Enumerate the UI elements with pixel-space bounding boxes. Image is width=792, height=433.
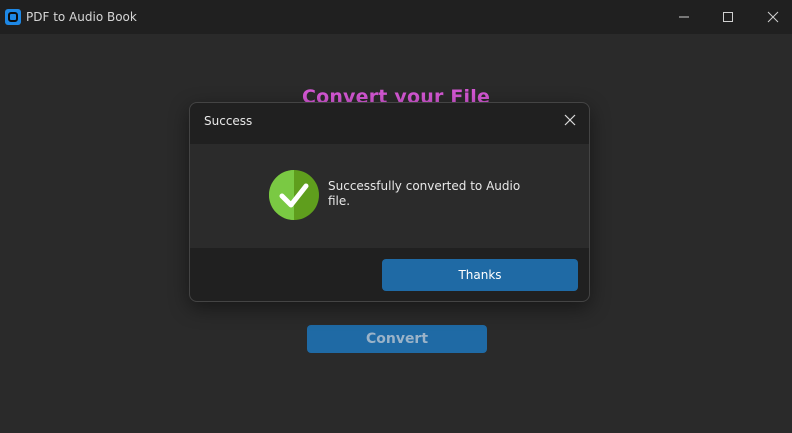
- dialog-body: Successfully converted to Audio file.: [190, 144, 589, 248]
- app-logo-icon: [5, 9, 21, 25]
- minimize-button[interactable]: [661, 0, 707, 34]
- maximize-icon: [722, 8, 734, 27]
- app-window: PDF to Audio Book Convert your File Conv…: [0, 0, 792, 433]
- window-title: PDF to Audio Book: [26, 10, 137, 24]
- close-icon: [767, 8, 779, 27]
- window-close-button[interactable]: [750, 0, 792, 34]
- success-dialog: Success Successfully converted to Audio …: [189, 102, 590, 302]
- maximize-button[interactable]: [705, 0, 751, 34]
- thanks-button[interactable]: Thanks: [382, 259, 578, 291]
- convert-button[interactable]: Convert: [307, 325, 487, 353]
- minimize-icon: [678, 8, 690, 27]
- dialog-title: Success: [204, 114, 253, 128]
- dialog-message: Successfully converted to Audio file.: [328, 179, 521, 208]
- checkmark-success-icon: [269, 170, 319, 220]
- close-icon: [564, 111, 576, 130]
- title-bar[interactable]: PDF to Audio Book: [0, 0, 792, 34]
- dialog-close-button[interactable]: [555, 107, 585, 133]
